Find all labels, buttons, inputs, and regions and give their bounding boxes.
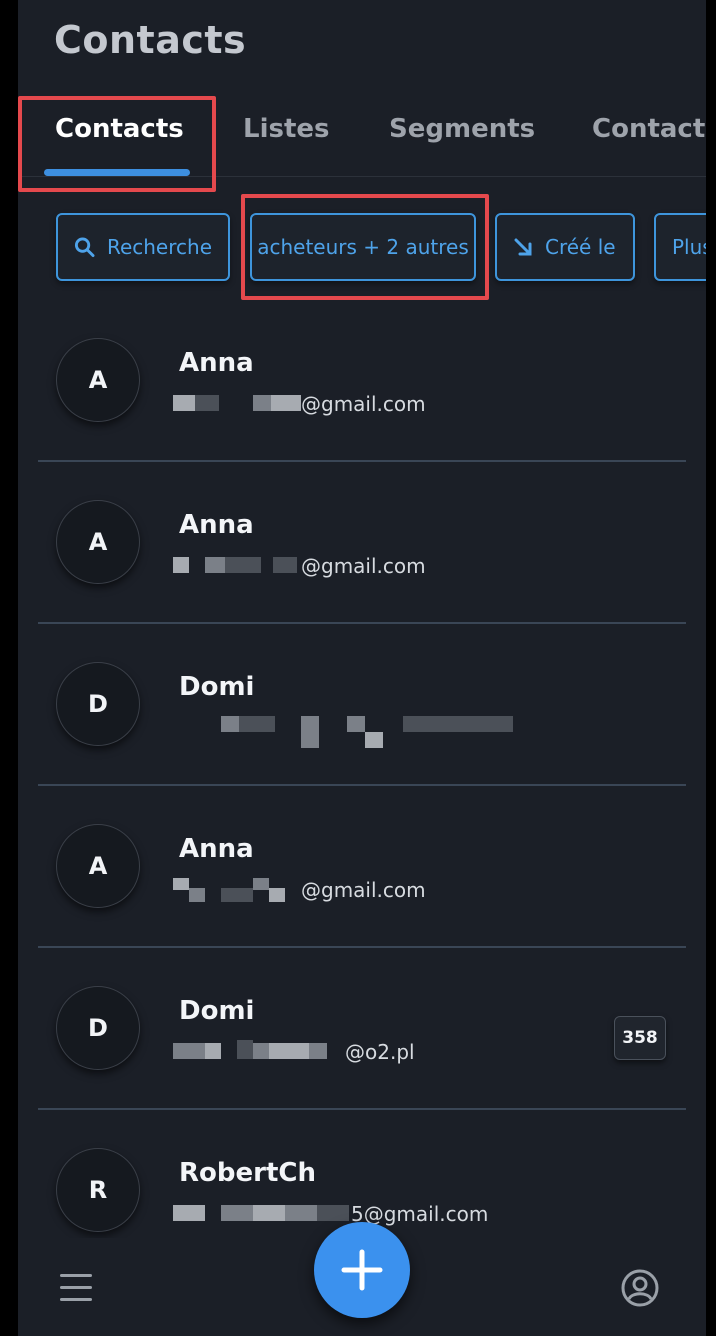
add-contact-button[interactable]: [314, 1222, 410, 1318]
tab-bar: Contacts Listes Segments Contacts: [18, 96, 706, 177]
hamburger-menu-icon[interactable]: [60, 1272, 92, 1304]
filter-chip-label: acheteurs + 2 autres: [257, 235, 469, 259]
contact-email: @gmail.com: [173, 392, 553, 416]
tab-divider: [18, 176, 706, 177]
contact-row[interactable]: A Anna @gmail.com: [18, 300, 706, 462]
search-chip-label: Recherche: [106, 235, 212, 259]
tab-listes[interactable]: Listes: [243, 114, 330, 144]
email-domain: @gmail.com: [301, 392, 426, 416]
contact-row[interactable]: D Domi: [18, 624, 706, 786]
email-domain: @gmail.com: [301, 554, 426, 578]
count-badge: 358: [614, 1016, 666, 1060]
user-circle-icon[interactable]: [620, 1268, 660, 1312]
contact-name: Anna: [179, 834, 254, 864]
active-tab-indicator: [44, 169, 190, 176]
contact-name: Domi: [179, 672, 255, 702]
contact-email: @gmail.com: [173, 554, 553, 578]
contact-email: @gmail.com: [173, 878, 553, 902]
search-icon: [74, 237, 95, 258]
sort-chip-label: Créé le: [545, 235, 616, 259]
search-chip[interactable]: Recherche: [56, 213, 230, 281]
email-domain: @gmail.com: [301, 878, 426, 902]
tab-contacts-more[interactable]: Contacts: [592, 114, 706, 144]
contact-row[interactable]: A Anna @gmail.com: [18, 786, 706, 948]
tab-contacts[interactable]: Contacts: [55, 114, 184, 144]
avatar: R: [56, 1148, 140, 1232]
contact-row[interactable]: D Domi @o2.pl 358: [18, 948, 706, 1110]
contact-name: Domi: [179, 996, 255, 1026]
sort-chip[interactable]: Créé le: [495, 213, 635, 281]
contact-name: Anna: [179, 348, 254, 378]
contact-name: Anna: [179, 510, 254, 540]
avatar: D: [56, 986, 140, 1070]
filter-chip-buyers[interactable]: acheteurs + 2 autres: [250, 213, 476, 281]
avatar: A: [56, 500, 140, 584]
contact-row[interactable]: A Anna @gmail.com: [18, 462, 706, 624]
avatar: A: [56, 338, 140, 422]
avatar: A: [56, 824, 140, 908]
page-title: Contacts: [54, 18, 247, 62]
app-screen: Contacts Contacts Listes Segments Contac…: [18, 0, 706, 1336]
more-filters-label: Plus: [672, 235, 706, 259]
more-filters-chip[interactable]: Plus: [654, 213, 706, 281]
arrow-down-right-icon: [514, 238, 532, 256]
plus-icon: [341, 1249, 383, 1291]
avatar: D: [56, 662, 140, 746]
tab-segments[interactable]: Segments: [389, 114, 535, 144]
contact-name: RobertCh: [179, 1158, 316, 1188]
contact-email: [173, 716, 553, 756]
contact-email: @o2.pl: [173, 1040, 553, 1064]
email-domain: @o2.pl: [345, 1040, 415, 1064]
